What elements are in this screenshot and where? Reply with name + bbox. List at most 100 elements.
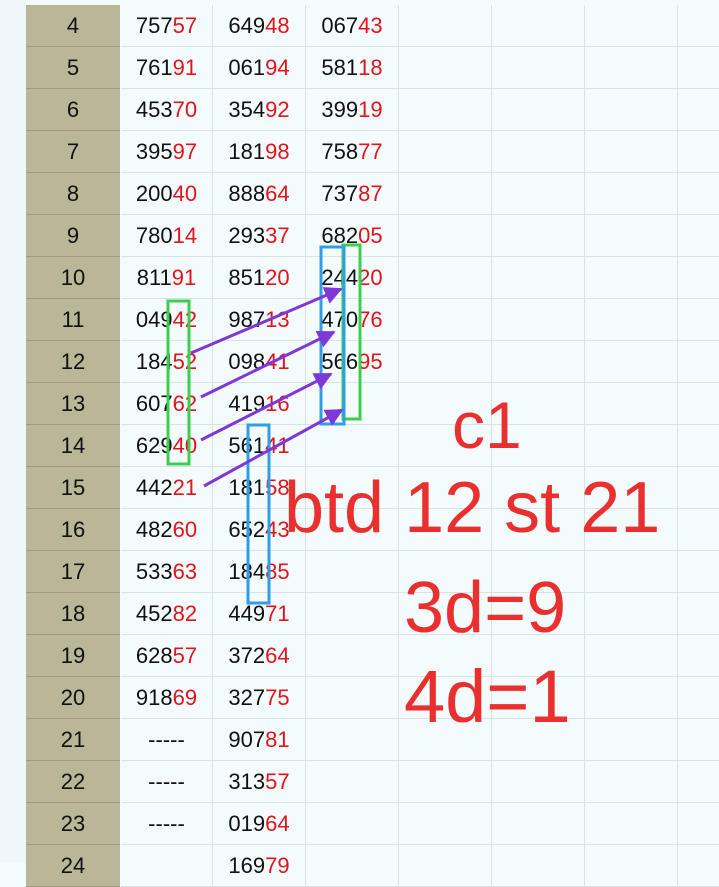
cell-c1[interactable]: 200 40 bbox=[121, 173, 213, 215]
cell-empty[interactable] bbox=[585, 5, 678, 47]
cell-c3[interactable] bbox=[306, 719, 399, 761]
cell-c1[interactable]: ----- bbox=[121, 803, 213, 845]
cell-c3[interactable]: 244 20 bbox=[306, 257, 399, 299]
cell-empty[interactable] bbox=[678, 761, 719, 803]
cell-empty[interactable] bbox=[585, 47, 678, 89]
cell-c1[interactable]: ----- bbox=[121, 719, 213, 761]
cell-empty[interactable] bbox=[585, 845, 678, 887]
row-header[interactable]: 5 bbox=[26, 47, 120, 89]
cell-c1[interactable]: 533 63 bbox=[121, 551, 213, 593]
cell-c3[interactable]: 470 76 bbox=[306, 299, 399, 341]
cell-empty[interactable] bbox=[492, 257, 585, 299]
cell-empty[interactable] bbox=[585, 803, 678, 845]
cell-c1[interactable]: 395 97 bbox=[121, 131, 213, 173]
cell-c3[interactable] bbox=[306, 593, 399, 635]
cell-empty[interactable] bbox=[399, 47, 492, 89]
cell-empty[interactable] bbox=[678, 383, 719, 425]
cell-c2[interactable]: 169 79 bbox=[213, 845, 306, 887]
cell-c1[interactable]: 184 52 bbox=[121, 341, 213, 383]
cell-empty[interactable] bbox=[399, 131, 492, 173]
row-header[interactable]: 12 bbox=[26, 341, 120, 383]
cell-c1[interactable]: 761 91 bbox=[121, 47, 213, 89]
cell-empty[interactable] bbox=[492, 299, 585, 341]
cell-empty[interactable] bbox=[585, 635, 678, 677]
cell-empty[interactable] bbox=[678, 173, 719, 215]
cell-empty[interactable] bbox=[678, 845, 719, 887]
row-header[interactable]: 16 bbox=[26, 509, 120, 551]
cell-c2[interactable]: 372 64 bbox=[213, 635, 306, 677]
cell-empty[interactable] bbox=[492, 47, 585, 89]
cell-c3[interactable]: 737 87 bbox=[306, 173, 399, 215]
cell-c3[interactable] bbox=[306, 383, 399, 425]
cell-empty[interactable] bbox=[585, 257, 678, 299]
cell-c2[interactable]: 851 20 bbox=[213, 257, 306, 299]
cell-c1[interactable]: 811 91 bbox=[121, 257, 213, 299]
cell-c2[interactable]: 327 75 bbox=[213, 677, 306, 719]
row-header[interactable]: 4 bbox=[26, 5, 120, 47]
cell-c3[interactable]: 758 77 bbox=[306, 131, 399, 173]
row-header[interactable]: 7 bbox=[26, 131, 120, 173]
cell-empty[interactable] bbox=[399, 341, 492, 383]
cell-c3[interactable] bbox=[306, 677, 399, 719]
cell-c3[interactable] bbox=[306, 803, 399, 845]
cell-c1[interactable]: 918 69 bbox=[121, 677, 213, 719]
row-header[interactable]: 19 bbox=[26, 635, 120, 677]
cell-empty[interactable] bbox=[678, 89, 719, 131]
cell-c1[interactable]: 607 62 bbox=[121, 383, 213, 425]
cell-empty[interactable] bbox=[399, 5, 492, 47]
cell-empty[interactable] bbox=[585, 677, 678, 719]
row-header[interactable]: 9 bbox=[26, 215, 120, 257]
cell-c2[interactable]: 061 94 bbox=[213, 47, 306, 89]
cell-c2[interactable]: 184 85 bbox=[213, 551, 306, 593]
cell-c1[interactable] bbox=[121, 845, 213, 887]
cell-c1[interactable]: 482 60 bbox=[121, 509, 213, 551]
cell-c3[interactable] bbox=[306, 551, 399, 593]
cell-empty[interactable] bbox=[399, 845, 492, 887]
cell-empty[interactable] bbox=[492, 341, 585, 383]
cell-empty[interactable] bbox=[585, 131, 678, 173]
cell-empty[interactable] bbox=[585, 425, 678, 467]
cell-c3[interactable]: 067 43 bbox=[306, 5, 399, 47]
cell-empty[interactable] bbox=[492, 215, 585, 257]
cell-empty[interactable] bbox=[585, 215, 678, 257]
cell-c1[interactable]: ----- bbox=[121, 761, 213, 803]
cell-empty[interactable] bbox=[678, 803, 719, 845]
cell-empty[interactable] bbox=[678, 467, 719, 509]
cell-c2[interactable]: 449 71 bbox=[213, 593, 306, 635]
cell-empty[interactable] bbox=[678, 677, 719, 719]
cell-c2[interactable]: 181 98 bbox=[213, 131, 306, 173]
cell-empty[interactable] bbox=[585, 89, 678, 131]
cell-c1[interactable]: 629 40 bbox=[121, 425, 213, 467]
cell-empty[interactable] bbox=[585, 593, 678, 635]
cell-empty[interactable] bbox=[678, 257, 719, 299]
row-header[interactable]: 18 bbox=[26, 593, 120, 635]
row-header[interactable]: 6 bbox=[26, 89, 120, 131]
cell-empty[interactable] bbox=[585, 299, 678, 341]
cell-c2[interactable]: 419 16 bbox=[213, 383, 306, 425]
cell-c1[interactable]: 453 70 bbox=[121, 89, 213, 131]
cell-empty[interactable] bbox=[399, 803, 492, 845]
cell-empty[interactable] bbox=[492, 845, 585, 887]
row-header[interactable]: 17 bbox=[26, 551, 120, 593]
cell-empty[interactable] bbox=[585, 341, 678, 383]
cell-c3[interactable] bbox=[306, 425, 399, 467]
row-header[interactable]: 14 bbox=[26, 425, 120, 467]
cell-empty[interactable] bbox=[492, 131, 585, 173]
cell-c1[interactable]: 049 42 bbox=[121, 299, 213, 341]
cell-c2[interactable]: 098 41 bbox=[213, 341, 306, 383]
cell-empty[interactable] bbox=[585, 383, 678, 425]
row-header[interactable]: 13 bbox=[26, 383, 120, 425]
cell-c1[interactable]: 442 21 bbox=[121, 467, 213, 509]
cell-c1[interactable]: 452 82 bbox=[121, 593, 213, 635]
cell-c3[interactable] bbox=[306, 635, 399, 677]
cell-empty[interactable] bbox=[399, 215, 492, 257]
cell-empty[interactable] bbox=[492, 5, 585, 47]
cell-c1[interactable]: 757 57 bbox=[121, 5, 213, 47]
cell-c2[interactable]: 293 37 bbox=[213, 215, 306, 257]
cell-empty[interactable] bbox=[678, 341, 719, 383]
cell-empty[interactable] bbox=[585, 551, 678, 593]
cell-empty[interactable] bbox=[585, 761, 678, 803]
cell-c2[interactable]: 561 41 bbox=[213, 425, 306, 467]
row-header[interactable]: 8 bbox=[26, 173, 120, 215]
cell-empty[interactable] bbox=[678, 299, 719, 341]
